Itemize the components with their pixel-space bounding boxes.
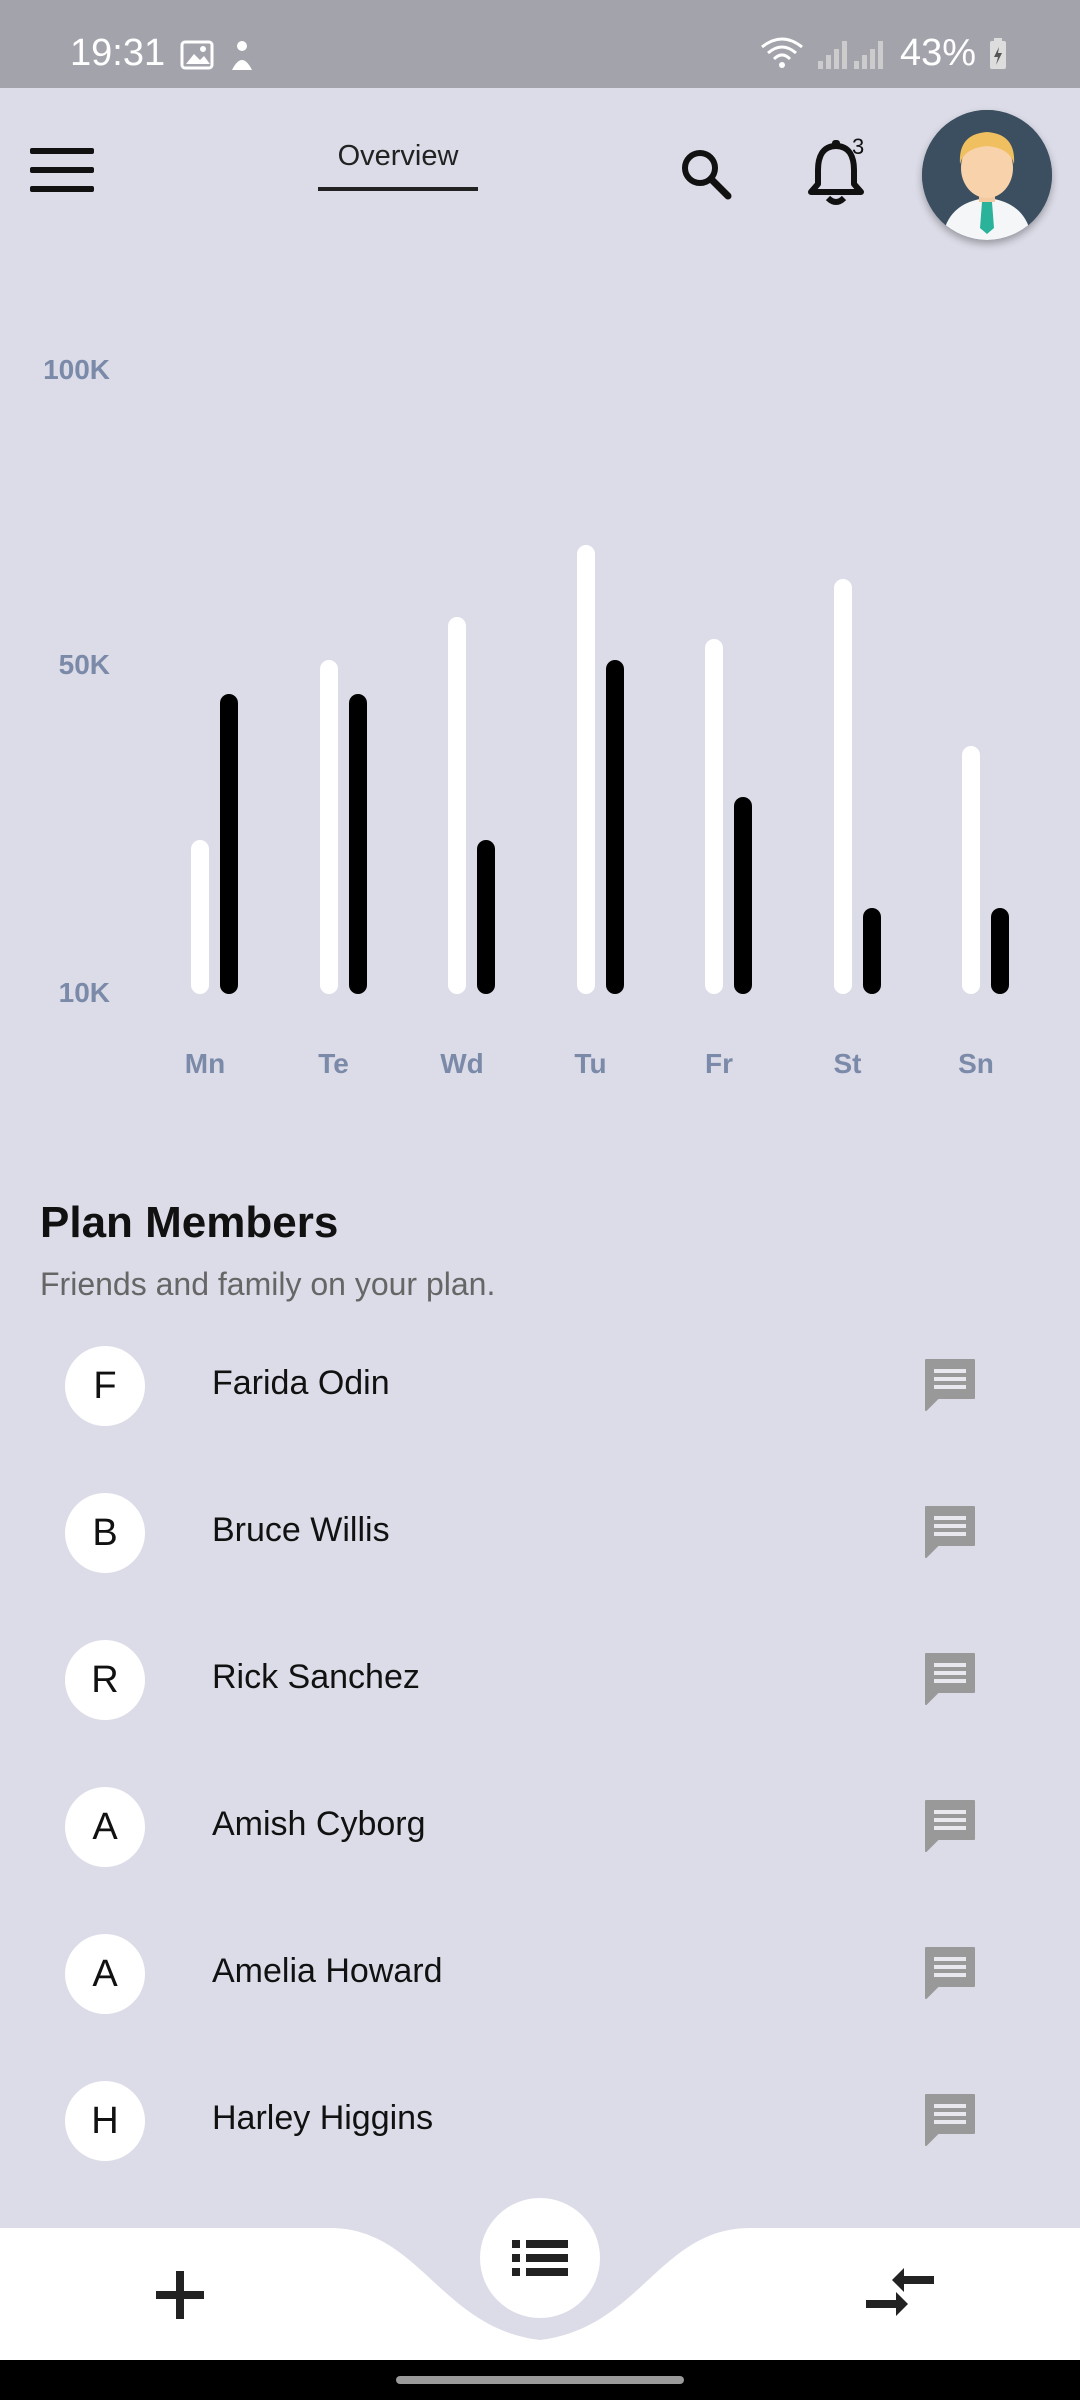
bar-te-series-1 [319,660,338,994]
x-tick-label: Sn [958,1048,994,1079]
list-item[interactable]: F Farida Odin [0,1346,1080,1493]
system-nav-bar [0,2360,1080,2400]
member-name: Amelia Howard [212,1952,443,1990]
chat-icon [925,1506,975,1558]
user-avatar-icon [922,110,1052,240]
hamburger-icon [30,148,94,192]
x-tick-label: Wd [440,1048,484,1079]
member-initial-avatar: F [65,1346,145,1426]
member-initial-avatar: A [65,1787,145,1867]
signal-icon [817,40,883,69]
status-bar: 19:31 43% [0,0,1080,88]
bar-sn-series-2 [991,908,1009,994]
bar-wd-series-2 [477,839,495,994]
app-bar: Overview 3 [0,88,1080,258]
bar-tu-series-2 [605,660,624,994]
search-icon [682,150,732,200]
status-system-icons: 43% [760,32,1008,75]
bar-tu-series-1 [576,544,595,994]
chat-icon [925,1800,975,1852]
x-tick-label: Fr [705,1048,733,1079]
chat-button[interactable] [922,1356,978,1412]
arrows-converge-icon [866,2268,934,2316]
list-item[interactable]: A Amish Cyborg [0,1787,1080,1934]
list-item[interactable]: B Bruce Willis [0,1493,1080,1640]
bar-sn-series-1 [962,745,980,994]
compare-button[interactable] [860,2262,940,2322]
chat-button[interactable] [922,1503,978,1559]
list-fab-button[interactable] [480,2198,600,2318]
home-handle[interactable] [396,2376,684,2384]
chat-icon [925,1947,975,1999]
menu-button[interactable] [30,148,94,200]
member-initial-avatar: R [65,1640,145,1720]
member-name: Farida Odin [212,1364,390,1402]
bar-mn-series-2 [220,694,238,994]
member-initial-avatar: H [65,2081,145,2161]
chat-button[interactable] [922,1944,978,2000]
wifi-icon [761,37,803,68]
bar-mn-series-1 [191,839,209,994]
x-tick-label: Mn [184,1048,226,1079]
member-initial-avatar: A [65,1934,145,2014]
chat-button[interactable] [922,1650,978,1706]
bar-fr-series-1 [705,638,723,994]
bar-wd-series-1 [448,617,466,994]
battery-icon [990,37,1006,69]
chat-icon [925,1359,975,1411]
section-title: Plan Members [40,1198,339,1247]
chat-button[interactable] [922,1797,978,1853]
plus-icon [156,2271,204,2319]
y-tick-label: 100K [43,354,110,385]
status-time: 19:31 [70,32,166,74]
x-tick-label: Tu [574,1048,607,1079]
member-name: Rick Sanchez [212,1658,420,1696]
member-name: Harley Higgins [212,2099,434,2137]
list-icon [512,2240,568,2276]
bar-st-series-1 [833,578,852,994]
list-item[interactable]: R Rick Sanchez [0,1640,1080,1787]
add-button[interactable] [150,2265,210,2325]
y-tick-label: 50K [58,649,110,680]
member-name: Bruce Willis [212,1511,390,1549]
bar-te-series-2 [348,694,367,994]
chat-icon [925,2094,975,2146]
x-tick-label: St [833,1048,862,1079]
weekly-bar-chart: 100K 50K 10K Mn Te Wd Tu Fr St Sn [0,300,1080,1100]
status-notification-icons [180,38,260,79]
bar-fr-series-2 [734,797,752,994]
chat-icon [925,1653,975,1705]
bar-st-series-2 [862,908,881,994]
notification-count: 3 [852,134,865,159]
battery-percent: 43% [899,32,976,74]
y-tick-label: 10K [58,977,110,1008]
section-subtitle: Friends and family on your plan. [40,1266,496,1302]
tab-overview[interactable]: Overview [318,140,478,191]
member-initial-avatar: B [65,1493,145,1573]
x-tick-label: Te [318,1048,349,1079]
search-button[interactable] [678,146,734,202]
list-item[interactable]: A Amelia Howard [0,1934,1080,2081]
chat-button[interactable] [922,2091,978,2147]
avatar[interactable] [922,110,1052,240]
member-name: Amish Cyborg [212,1805,426,1843]
